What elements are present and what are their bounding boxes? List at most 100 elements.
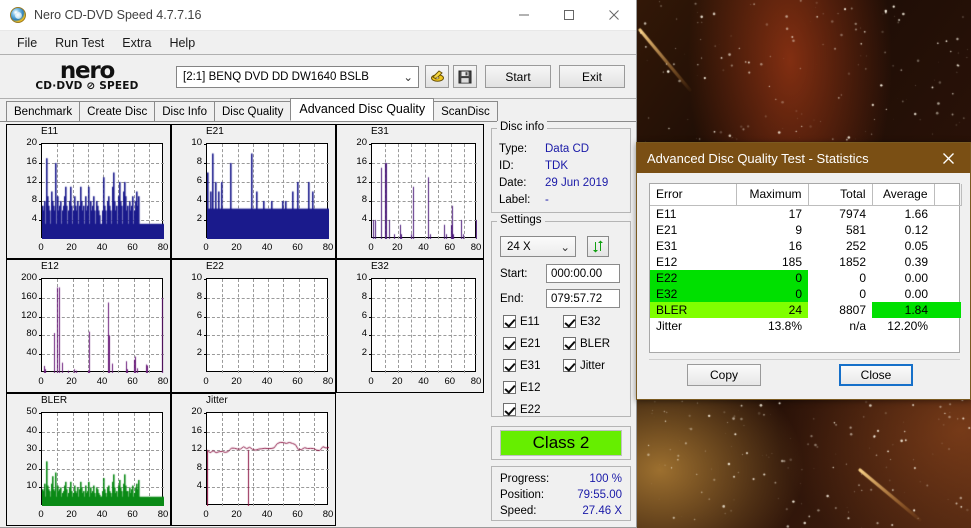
cell-error: E31 [656,239,678,253]
cell-error: E12 [656,255,678,269]
x-tick-label: 0 [38,509,44,520]
chart-bler: BLER 10 20 30 40 50 0 20 40 60 80 [6,393,171,526]
x-tick-label: 40 [96,242,108,253]
menu-item-file[interactable]: File [8,33,46,53]
y-tick-label: 2 [361,347,367,359]
logo-nero-text: nero [59,58,116,84]
cell-maximum: 0 [736,270,808,286]
save-button[interactable] [453,65,477,88]
cell-average: 1.84 [872,302,934,318]
x-tick-label: 40 [96,509,108,520]
menu-item-help[interactable]: Help [160,33,204,53]
chart-series [42,279,164,373]
x-tick-label: 40 [261,509,273,520]
cell-error: E11 [656,207,677,221]
start-button[interactable]: Start [485,65,551,88]
end-position-field[interactable]: 079:57.72 [546,289,620,308]
nero-cd-dvd-speed-window: Nero CD-DVD Speed 4.7.7.16 File Run Test… [0,0,637,528]
x-tick-label: 60 [292,376,303,387]
x-tick-label: 0 [38,242,44,253]
refresh-button[interactable] [587,236,609,257]
chevron-down-icon: ⌄ [403,71,413,84]
chart-plot-area [369,143,477,239]
speed-select[interactable]: 24 X ⌄ [500,236,576,257]
cell-error: E21 [656,223,678,237]
x-tick-label: 80 [322,376,334,387]
title-bar: Nero CD-DVD Speed 4.7.7.16 [0,0,636,31]
close-button[interactable]: Close [839,363,913,386]
maximize-button[interactable] [546,0,591,31]
floppy-save-icon [458,70,472,83]
x-tick-label: 80 [157,509,169,520]
x-tick-label: 60 [444,242,456,253]
drive-select[interactable]: [2:1] BENQ DVD DD DW1640 BSLB ⌄ [176,65,419,88]
start-position-field[interactable]: 000:00.00 [546,264,620,283]
y-tick-label: 80 [26,328,37,340]
checkbox-box [563,337,576,350]
y-tick-label: 160 [21,290,37,302]
cell-spacer [934,206,961,223]
cell-average: 0.00 [904,271,928,285]
cell-maximum: 13.8% [767,319,802,333]
checkbox-e21[interactable]: E21 [503,337,540,350]
checkbox-label: E22 [520,403,541,416]
logo-speed-text: CD·DVD ⊘ SPEED [35,80,139,92]
copy-button[interactable]: Copy [687,363,761,386]
y-tick-label: 120 [21,309,37,321]
y-tick-label: 16 [26,156,37,167]
menu-bar: File Run Test Extra Help [0,31,636,55]
chart-title: E11 [41,126,59,137]
statistics-table: Error Maximum Total Average E11 17 7974 1.6… [650,184,962,334]
class-result-badge: Class 2 [500,430,622,456]
x-tick-label: 0 [38,376,44,387]
checkbox-label: E11 [520,315,540,328]
checkbox-jitter[interactable]: Jitter [563,359,605,372]
tab-scandisc[interactable]: ScanDisc [433,101,498,121]
close-button[interactable] [591,0,636,31]
checkbox-e32[interactable]: E32 [563,315,600,328]
menu-item-run-test[interactable]: Run Test [46,33,113,53]
cell-spacer [934,302,961,318]
checkbox-e11[interactable]: E11 [503,315,540,328]
cell-maximum: 17 [788,207,802,221]
cell-error: E22 [650,270,736,286]
checkbox-box [503,337,516,350]
x-tick-label: 20 [66,242,77,253]
x-tick-label: 80 [157,242,169,253]
tab-benchmark[interactable]: Benchmark [6,101,81,121]
y-tick-label: 16 [356,156,367,167]
checkbox-bler[interactable]: BLER [563,337,610,350]
y-tick-label: 4 [361,328,367,340]
tab-advanced-disc-quality[interactable]: Advanced Disc Quality [290,98,435,121]
minimize-button[interactable] [501,0,546,31]
tab-disc-info[interactable]: Disc Info [154,101,215,121]
chart-title: E12 [41,261,59,272]
chart-plot-area [369,278,477,373]
menu-item-extra[interactable]: Extra [113,33,160,53]
cell-spacer [934,238,961,254]
cell-total: 1852 [839,255,866,269]
cell-maximum: 185 [781,255,802,269]
dialog-close-icon[interactable] [926,143,970,173]
x-tick-label: 60 [292,242,303,253]
cell-total: 252 [845,239,866,253]
tab-disc-quality[interactable]: Disc Quality [214,101,292,121]
exit-button[interactable]: Exit [559,65,625,88]
disc-id-label: ID: [499,160,514,172]
cell-maximum: 9 [795,223,802,237]
tab-create-disc[interactable]: Create Disc [79,101,156,121]
checkbox-e22[interactable]: E22 [503,403,540,416]
cell-spacer [934,318,961,334]
eject-disc-icon [430,70,444,82]
disc-date-label: Date: [499,177,527,189]
x-tick-label: 0 [203,509,209,520]
table-row: E22 0 0 0.00 [650,270,961,286]
y-tick-label: 2 [196,347,202,359]
checkbox-label: E31 [520,359,541,372]
eject-disc-button[interactable] [425,65,449,88]
cell-spacer [934,286,961,302]
checkbox-label: E12 [520,381,541,394]
speed-select-value: 24 X [507,240,531,253]
checkbox-e12[interactable]: E12 [503,381,540,394]
checkbox-e31[interactable]: E31 [503,359,540,372]
